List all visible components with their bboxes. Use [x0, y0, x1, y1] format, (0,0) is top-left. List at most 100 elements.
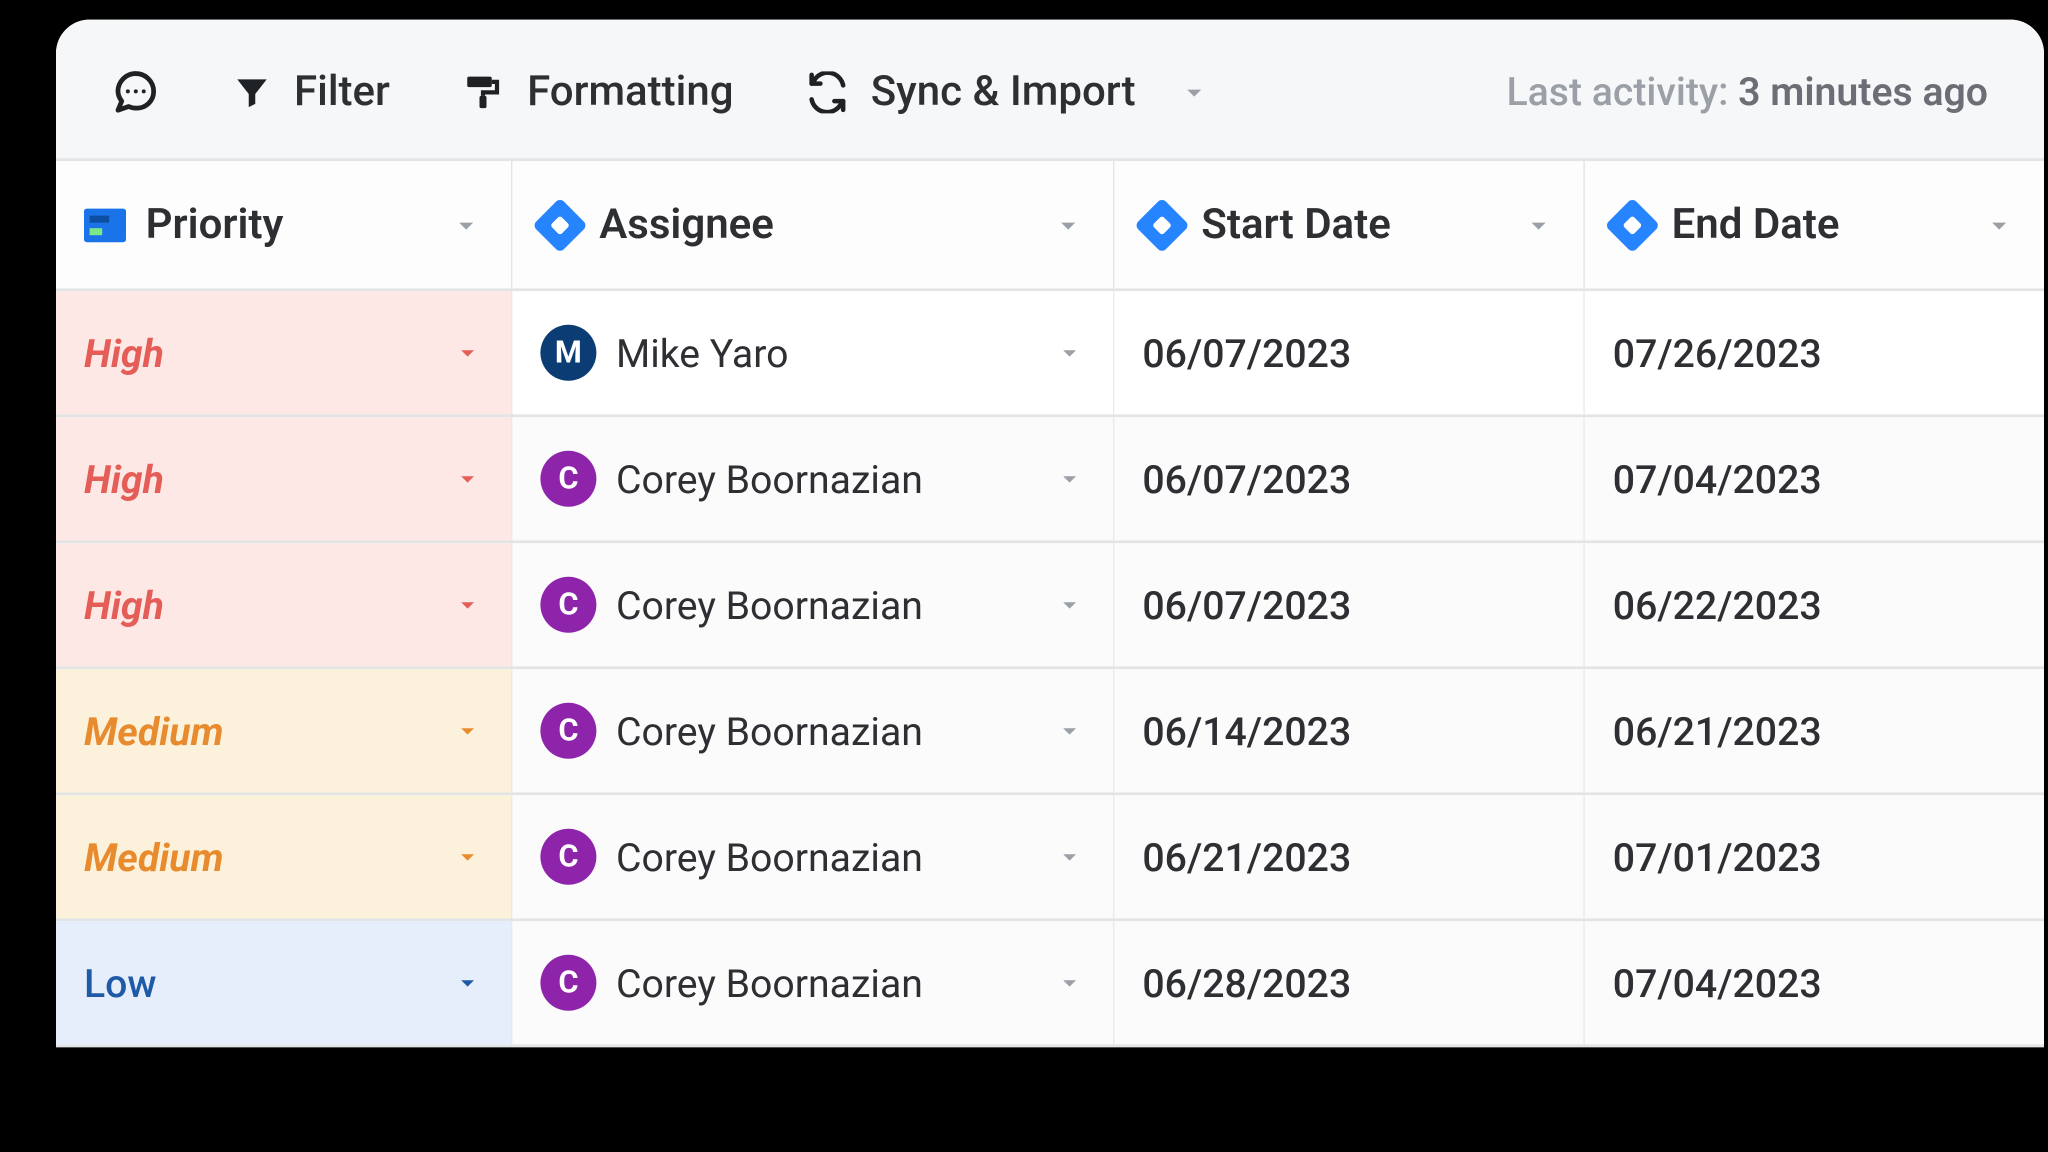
last-activity-label: Last activity: [1506, 69, 1738, 115]
table-row: Medium C Corey Boornazian 06/14/2023 06/21/2… [56, 669, 2044, 795]
column-header-priority[interactable]: Priority [56, 161, 512, 288]
column-label: Assignee [599, 200, 774, 249]
formatting-button[interactable]: Formatting [463, 67, 734, 116]
comments-button[interactable] [112, 68, 160, 116]
assignee-name: Corey Boornazian [616, 708, 923, 754]
last-activity: Last activity: 3 minutes ago [1506, 69, 1988, 115]
avatar: C [540, 955, 596, 1011]
chevron-down-icon [452, 841, 483, 872]
start-date-cell[interactable]: 06/28/2023 [1114, 921, 1584, 1044]
jira-icon [1134, 197, 1189, 252]
priority-cell[interactable]: High [56, 417, 512, 540]
priority-cell[interactable]: High [56, 543, 512, 666]
funnel-icon [232, 72, 271, 111]
last-activity-value: 3 minutes ago [1738, 69, 1988, 115]
table-row: Medium C Corey Boornazian 06/21/2023 07/01/2… [56, 795, 2044, 921]
chevron-down-icon [452, 589, 483, 620]
end-date-cell[interactable]: 07/01/2023 [1585, 795, 2044, 918]
start-date-value: 06/21/2023 [1142, 834, 1351, 880]
start-date-cell[interactable]: 06/07/2023 [1114, 291, 1584, 414]
avatar: C [540, 577, 596, 633]
column-header-start-date[interactable]: Start Date [1114, 161, 1584, 288]
chevron-down-icon [452, 337, 483, 368]
formatting-label: Formatting [527, 67, 733, 116]
jira-icon [532, 197, 587, 252]
column-headers: Priority Assignee Start Date End Date [56, 161, 2044, 291]
chevron-down-icon [452, 463, 483, 494]
start-date-value: 06/28/2023 [1142, 960, 1351, 1006]
filter-label: Filter [294, 67, 390, 116]
assignee-cell[interactable]: C Corey Boornazian [512, 795, 1114, 918]
end-date-value: 07/01/2023 [1613, 834, 1822, 880]
assignee-cell[interactable]: M Mike Yaro [512, 291, 1114, 414]
column-label: Start Date [1201, 200, 1391, 249]
chevron-down-icon [1051, 208, 1085, 242]
priority-field-icon [84, 208, 126, 242]
chevron-down-icon [1178, 75, 1212, 109]
assignee-cell[interactable]: C Corey Boornazian [512, 417, 1114, 540]
sync-import-label: Sync & Import [871, 67, 1136, 116]
priority-value: Medium [84, 708, 224, 754]
end-date-cell[interactable]: 07/26/2023 [1585, 291, 2044, 414]
priority-cell[interactable]: High [56, 291, 512, 414]
assignee-name: Corey Boornazian [616, 960, 923, 1006]
chevron-down-icon [1522, 208, 1556, 242]
start-date-value: 06/14/2023 [1142, 708, 1351, 754]
sync-import-button[interactable]: Sync & Import [806, 67, 1211, 116]
assignee-name: Corey Boornazian [616, 456, 923, 502]
end-date-cell[interactable]: 06/22/2023 [1585, 543, 2044, 666]
avatar: C [540, 703, 596, 759]
chevron-down-icon [1054, 463, 1085, 494]
end-date-value: 07/26/2023 [1613, 330, 1822, 376]
end-date-cell[interactable]: 07/04/2023 [1585, 921, 2044, 1044]
chevron-down-icon [1054, 589, 1085, 620]
sync-icon [806, 71, 848, 113]
start-date-cell[interactable]: 06/07/2023 [1114, 543, 1584, 666]
column-label: Priority [146, 200, 284, 249]
chevron-down-icon [1054, 337, 1085, 368]
avatar: C [540, 451, 596, 507]
chevron-down-icon [452, 967, 483, 998]
column-label: End Date [1672, 200, 1840, 249]
start-date-cell[interactable]: 06/21/2023 [1114, 795, 1584, 918]
priority-cell[interactable]: Low [56, 921, 512, 1044]
priority-cell[interactable]: Medium [56, 669, 512, 792]
assignee-name: Corey Boornazian [616, 834, 923, 880]
chevron-down-icon [1054, 715, 1085, 746]
priority-value: High [84, 582, 164, 628]
avatar: M [540, 325, 596, 381]
chevron-down-icon [452, 715, 483, 746]
priority-value: High [84, 456, 164, 502]
table-row: Low C Corey Boornazian 06/28/2023 07/04/2023 [56, 921, 2044, 1047]
priority-value: High [84, 330, 164, 376]
assignee-name: Corey Boornazian [616, 582, 923, 628]
table-row: High C Corey Boornazian 06/07/2023 07/04/202… [56, 417, 2044, 543]
toolbar: Filter Formatting Sync & [56, 20, 2044, 161]
end-date-cell[interactable]: 06/21/2023 [1585, 669, 2044, 792]
start-date-value: 06/07/2023 [1142, 330, 1351, 376]
end-date-value: 06/21/2023 [1613, 708, 1822, 754]
jira-icon [1605, 197, 1660, 252]
chevron-down-icon [1054, 967, 1085, 998]
end-date-value: 07/04/2023 [1613, 456, 1822, 502]
start-date-cell[interactable]: 06/14/2023 [1114, 669, 1584, 792]
end-date-value: 06/22/2023 [1613, 582, 1822, 628]
end-date-value: 07/04/2023 [1613, 960, 1822, 1006]
assignee-cell[interactable]: C Corey Boornazian [512, 921, 1114, 1044]
chevron-down-icon [1982, 208, 2016, 242]
avatar: C [540, 829, 596, 885]
priority-value: Low [84, 960, 157, 1006]
column-header-assignee[interactable]: Assignee [512, 161, 1114, 288]
end-date-cell[interactable]: 07/04/2023 [1585, 417, 2044, 540]
start-date-cell[interactable]: 06/07/2023 [1114, 417, 1584, 540]
table-row: High M Mike Yaro 06/07/2023 07/26/2023 [56, 291, 2044, 417]
assignee-cell[interactable]: C Corey Boornazian [512, 543, 1114, 666]
assignee-cell[interactable]: C Corey Boornazian [512, 669, 1114, 792]
column-header-end-date[interactable]: End Date [1585, 161, 2044, 288]
priority-cell[interactable]: Medium [56, 795, 512, 918]
filter-button[interactable]: Filter [232, 67, 389, 116]
table-row: High C Corey Boornazian 06/07/2023 06/22/202… [56, 543, 2044, 669]
priority-value: Medium [84, 834, 224, 880]
start-date-value: 06/07/2023 [1142, 582, 1351, 628]
assignee-name: Mike Yaro [616, 330, 788, 376]
